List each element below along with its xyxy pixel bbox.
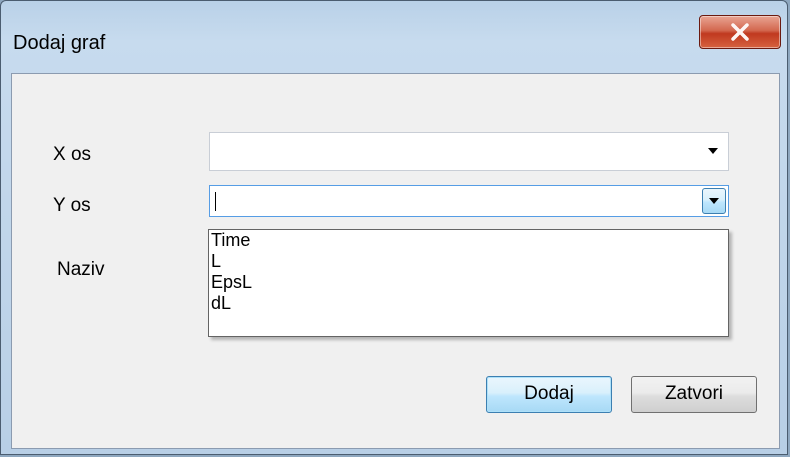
dropdown-option-epsl[interactable]: EpsL — [209, 272, 728, 293]
close-x-icon — [731, 23, 749, 41]
x-axis-combobox[interactable] — [209, 132, 729, 171]
x-axis-label: X os — [53, 144, 92, 165]
y-axis-dropdown-button[interactable] — [702, 188, 726, 214]
dropdown-option-time[interactable]: Time — [209, 230, 728, 251]
chevron-down-icon — [709, 198, 719, 204]
add-button[interactable]: Dodaj — [486, 376, 612, 413]
dropdown-option-l[interactable]: L — [209, 251, 728, 272]
text-caret — [215, 192, 216, 211]
title-bar[interactable]: Dodaj graf — [1, 1, 787, 61]
y-axis-dropdown-list: Time L EpsL dL — [208, 229, 729, 337]
window-close-button[interactable] — [699, 15, 781, 49]
close-button[interactable]: Zatvori — [631, 376, 757, 413]
y-axis-label: Y os — [53, 195, 91, 216]
y-axis-combobox[interactable] — [209, 185, 729, 217]
dialog-window: Dodaj graf X os Y os Naziv Time L EpsL d… — [0, 0, 788, 455]
name-label: Naziv — [57, 259, 105, 280]
window-title: Dodaj graf — [13, 32, 106, 54]
chevron-down-icon — [708, 148, 718, 154]
dropdown-option-dl[interactable]: dL — [209, 293, 728, 314]
